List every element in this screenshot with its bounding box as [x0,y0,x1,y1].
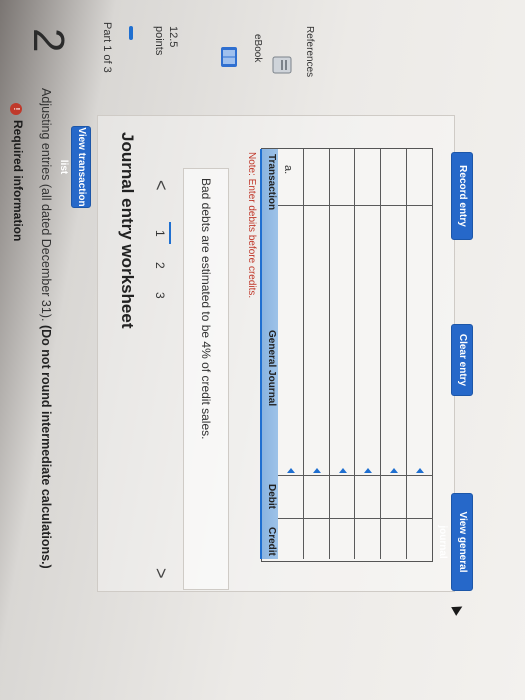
step-tab-1[interactable]: 1 [153,230,167,237]
table-row-divider [354,149,356,559]
clear-entry-button[interactable]: Clear entry [451,324,473,396]
instructions-text: Adjusting entries (all dated December 31… [39,88,53,325]
table-column-divider [278,205,433,206]
view-transaction-list-button[interactable]: View transaction list [58,126,91,208]
account-dropdown-icon[interactable] [312,468,321,473]
table-row-divider [328,149,330,559]
account-dropdown-icon[interactable] [390,468,399,473]
references-icon[interactable] [271,52,293,78]
worksheet-title: Journal entry worksheet [118,132,137,329]
question-number: 2 [24,28,73,53]
part-label: Part 1 of 3 [101,22,113,73]
debit-credit-note: Note: Enter debits before credits. [246,152,257,299]
points-block: 12.5 points [152,26,180,55]
transaction-cell: a. [282,165,294,175]
table-row-divider [406,149,408,559]
part-progress-bar [129,26,133,40]
column-header-debit: Debit [266,484,277,509]
account-dropdown-icon[interactable] [416,468,425,473]
transaction-description: Bad debts are estimated to be 4% of cred… [199,178,213,440]
record-entry-button[interactable]: Record entry [451,152,473,240]
account-dropdown-icon[interactable] [338,468,347,473]
points-value: 12.5 [167,26,179,48]
previous-step-button[interactable]: < [150,180,171,191]
mouse-cursor-icon [451,602,465,616]
active-step-indicator [169,222,171,244]
account-dropdown-icon[interactable] [286,468,295,473]
column-header-general-journal: General Journal [266,330,277,407]
table-column-divider [278,518,433,519]
required-information-heading[interactable]: Required information [11,120,25,241]
journal-table [261,148,433,562]
view-general-journal-button[interactable]: View general journal [437,493,473,591]
photo-background: 2 Part 1 of 3 12.5 points eBook Referenc… [0,0,525,700]
instructions: Adjusting entries (all dated December 31… [39,88,53,569]
step-tab-2[interactable]: 2 [153,262,167,269]
account-dropdown-icon[interactable] [364,468,373,473]
assignment-page: 2 Part 1 of 3 12.5 points eBook Referenc… [0,0,525,700]
instructions-bold: (Do not round intermediate calculations.… [39,324,53,569]
table-column-divider [278,475,433,476]
references-link[interactable]: References [304,26,315,77]
points-label: points [153,26,165,56]
column-header-transaction: Transaction [266,154,277,211]
table-row-divider [302,149,304,559]
ebook-link[interactable]: eBook [252,34,263,62]
ebook-icon[interactable] [218,44,240,70]
step-tab-3[interactable]: 3 [153,292,167,299]
alert-icon: ! [10,103,22,115]
next-step-button[interactable]: > [150,568,171,579]
column-header-credit: Credit [266,527,277,556]
table-row-divider [380,149,382,559]
